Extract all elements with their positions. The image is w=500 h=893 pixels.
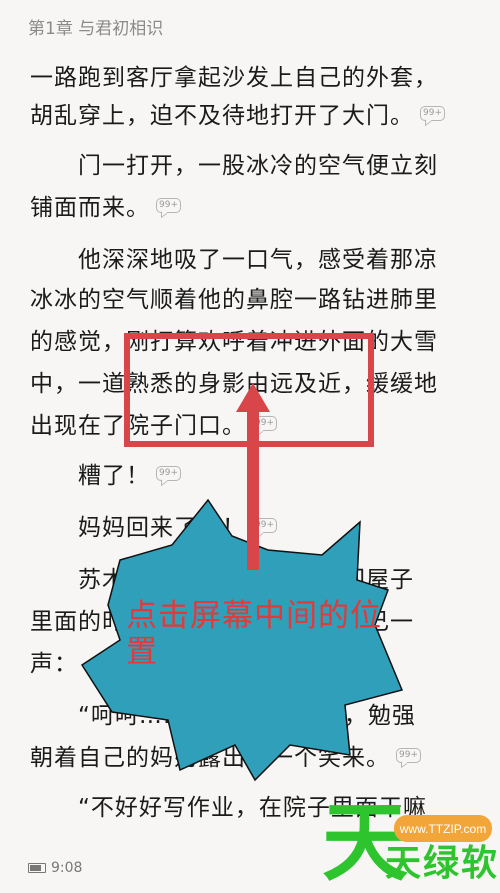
text-line: 胡乱穿上，迫不及待地打开了大门。 xyxy=(30,103,414,129)
clock: 9:08 xyxy=(51,860,83,876)
comment-badge-icon[interactable]: 99+ xyxy=(252,416,277,431)
text-line: “呵呵……”苏木转过身来，勉强 xyxy=(78,703,416,729)
text-line: 糟了！ xyxy=(78,463,150,489)
status-bar: 9:08 xyxy=(28,860,82,876)
text-line: 苏木回过神来，刚要转身回屋子 xyxy=(78,567,414,593)
comment-badge-icon[interactable]: 99+ xyxy=(156,466,181,481)
comment-badge-icon[interactable]: 99+ xyxy=(420,106,445,121)
text-line: 朝着自己的妈妈露出了一个笑来。 xyxy=(30,745,390,771)
text-line: 的感觉，刚打算欢呼着冲进外面的大雪 xyxy=(30,329,438,355)
comment-badge-icon[interactable]: 99+ xyxy=(396,748,421,763)
text-line: 冰冰的空气顺着他的鼻腔一路钻进肺里 xyxy=(30,287,438,313)
text-line: 中，一道熟悉的身影由远及近，缓缓地 xyxy=(30,371,438,397)
comment-badge-icon[interactable]: 99+ xyxy=(252,518,277,533)
text-line: 门一打开，一股冰冷的空气便立刻 xyxy=(78,153,438,179)
callout-text: 点击屏幕中间的位置 xyxy=(126,598,382,670)
text-line: 他深深地吸了一口气，感受着那凉 xyxy=(78,247,438,273)
text-line: 妈妈回来了！！ xyxy=(78,515,246,541)
comment-badge-icon[interactable]: 99+ xyxy=(156,198,181,213)
text-line: 铺面而来。 xyxy=(30,195,150,221)
battery-icon xyxy=(28,863,46,873)
chapter-title: 第1章 与君初相识 xyxy=(28,19,164,39)
text-line: 一路跑到客厅拿起沙发上自己的外套， xyxy=(30,65,438,91)
watermark-url: www.TTZIP.com xyxy=(394,815,492,842)
watermark-name: 天绿软 xyxy=(385,843,500,884)
text-line: 声： xyxy=(30,651,78,677)
text-line: 出现在了院子门口。 xyxy=(30,413,246,439)
